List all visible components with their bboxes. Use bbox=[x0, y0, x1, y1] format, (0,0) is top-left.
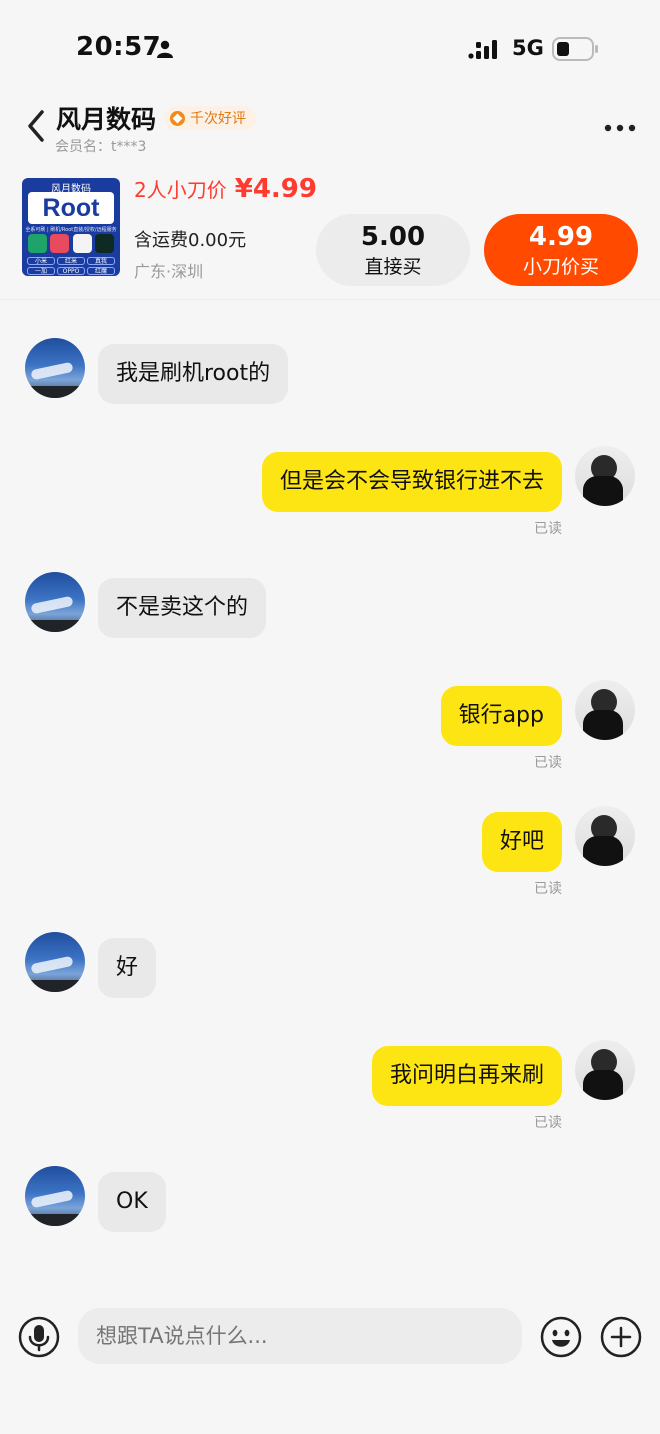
seller-avatar[interactable] bbox=[25, 1166, 85, 1226]
product-card: 风月数码 Root 全系可刷 | 刷机/Root直装/授权/远程服务 小米 红米… bbox=[0, 170, 660, 300]
thumb-tag: 小米 bbox=[27, 257, 55, 265]
my-avatar[interactable] bbox=[575, 446, 635, 506]
message-bubble[interactable]: 好 bbox=[98, 938, 157, 998]
rating-badge: 千次好评 bbox=[164, 106, 256, 130]
my-avatar[interactable] bbox=[575, 1040, 635, 1100]
member-name: 会员名：t***3 bbox=[55, 139, 147, 155]
thumb-tags: 小米 红米 真我 一加 OPPO 红魔 bbox=[27, 257, 115, 275]
shop-name[interactable]: 风月数码 bbox=[56, 100, 156, 136]
message-bubble[interactable]: 我问明白再来刷 bbox=[371, 1046, 562, 1106]
message-bubble[interactable]: 我是刷机root的 bbox=[98, 344, 289, 404]
product-thumbnail[interactable]: 风月数码 Root 全系可刷 | 刷机/Root直装/授权/远程服务 小米 红米… bbox=[22, 178, 120, 276]
read-status: 已读 bbox=[534, 521, 562, 537]
battery-icon bbox=[552, 37, 598, 61]
location-info: 广东·深圳 bbox=[134, 262, 204, 281]
status-time: 20:57 bbox=[76, 32, 162, 62]
message-bubble[interactable]: 好吧 bbox=[481, 812, 562, 872]
person-icon bbox=[157, 40, 173, 58]
seller-avatar[interactable] bbox=[25, 572, 85, 632]
thumb-tag: 红米 bbox=[57, 257, 85, 265]
seller-avatar[interactable] bbox=[25, 338, 85, 398]
direct-price: 5.00 bbox=[360, 222, 426, 252]
plus-icon[interactable] bbox=[600, 1316, 642, 1358]
read-status: 已读 bbox=[534, 755, 562, 771]
read-status: 已读 bbox=[534, 881, 562, 897]
chat-header: 风月数码 千次好评 会员名：t***3 bbox=[0, 96, 660, 160]
bargain-button-price: 4.99 bbox=[528, 222, 594, 252]
signal-icon bbox=[468, 40, 497, 59]
bargain-label: 2人小刀价 bbox=[134, 178, 227, 202]
emoji-icon[interactable] bbox=[540, 1316, 582, 1358]
bargain-button-label: 小刀价买 bbox=[522, 256, 599, 278]
input-bar bbox=[0, 1300, 660, 1380]
status-bar: 20:57 5G bbox=[0, 0, 660, 100]
message-list[interactable]: 我是刷机root的 但是会不会导致银行进不去 已读 不是卖这个的 银行app 已… bbox=[0, 300, 660, 1300]
my-avatar[interactable] bbox=[575, 680, 635, 740]
badge-icon bbox=[170, 110, 185, 126]
bargain-price: ¥4.99 bbox=[234, 174, 317, 204]
direct-label: 直接买 bbox=[364, 256, 422, 278]
thumb-logo-icon bbox=[28, 234, 47, 253]
bargain-price-line: 2人小刀价 ¥4.99 bbox=[134, 174, 317, 204]
message-bubble[interactable]: 但是会不会导致银行进不去 bbox=[261, 452, 562, 512]
my-avatar[interactable] bbox=[575, 806, 635, 866]
thumb-logo-icon bbox=[72, 234, 92, 253]
seller-avatar[interactable] bbox=[25, 932, 85, 992]
more-icon[interactable] bbox=[604, 123, 638, 133]
message-bubble[interactable]: 银行app bbox=[440, 686, 562, 746]
message-input[interactable] bbox=[78, 1308, 522, 1364]
read-status: 已读 bbox=[534, 1115, 562, 1131]
thumb-logo-row bbox=[28, 234, 114, 254]
thumb-logo-icon bbox=[50, 234, 70, 253]
thumb-subtitle: 全系可刷 | 刷机/Root直装/授权/远程服务 bbox=[25, 227, 117, 233]
network-label: 5G bbox=[512, 36, 544, 60]
thumb-tag: 红魔 bbox=[87, 267, 115, 275]
buy-direct-button[interactable]: 5.00 直接买 bbox=[316, 214, 470, 286]
message-bubble[interactable]: 不是卖这个的 bbox=[98, 578, 267, 638]
voice-icon[interactable] bbox=[18, 1316, 60, 1358]
shipping-info: 含运费0.00元 bbox=[134, 230, 247, 251]
message-bubble[interactable]: OK bbox=[98, 1172, 166, 1232]
buy-bargain-button[interactable]: 4.99 小刀价买 bbox=[484, 214, 638, 286]
back-icon[interactable] bbox=[22, 108, 50, 144]
thumb-tag: 一加 bbox=[27, 267, 55, 275]
thumb-root-text: Root bbox=[28, 192, 114, 224]
badge-label: 千次好评 bbox=[190, 111, 246, 127]
thumb-tag: 真我 bbox=[87, 257, 115, 265]
thumb-tag: OPPO bbox=[57, 267, 85, 275]
thumb-logo-icon bbox=[94, 234, 114, 253]
